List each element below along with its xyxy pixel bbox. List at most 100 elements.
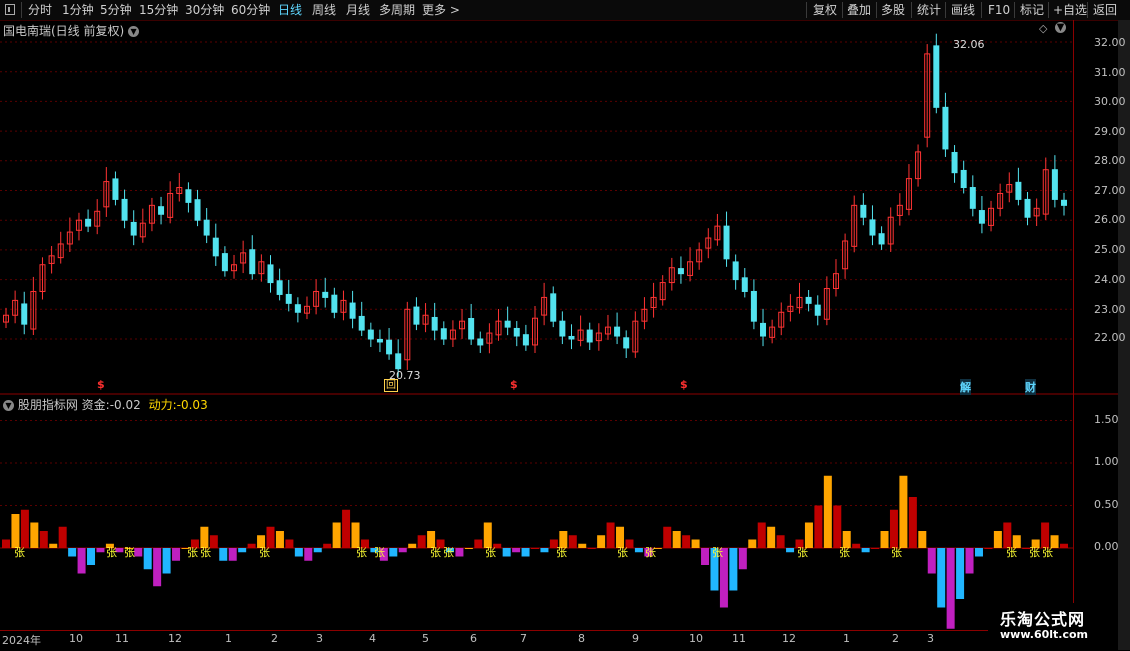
fund-bar xyxy=(58,526,67,548)
fund-bar xyxy=(701,548,710,565)
fund-bar xyxy=(767,526,776,548)
chevron-down-icon[interactable]: ▼ xyxy=(128,26,140,37)
statistics-button[interactable]: 统计 xyxy=(917,0,941,20)
candle-body xyxy=(988,207,995,226)
dividend-marker[interactable]: $ xyxy=(510,378,518,391)
callback-marker[interactable]: 回 xyxy=(384,379,398,392)
candle-body xyxy=(57,243,64,259)
period-tab-more[interactable]: 更多 > xyxy=(422,0,460,20)
fund-bar xyxy=(134,548,143,557)
candle-body xyxy=(532,317,538,346)
fund-value: -0.02 xyxy=(109,398,141,412)
candle-body xyxy=(732,261,739,281)
fund-bar xyxy=(786,548,795,553)
indicator-name: 股朋指标网 xyxy=(17,398,78,412)
toolbar-divider xyxy=(842,2,843,18)
fund-bar xyxy=(257,535,266,548)
kline-chart[interactable]: 张张张张张张张张张张张张张张张张张张张张张 xyxy=(0,0,1130,650)
fund-bar xyxy=(776,535,785,548)
fund-bar xyxy=(1041,522,1050,548)
fund-bar xyxy=(2,539,10,548)
toolbar-divider xyxy=(1048,2,1049,18)
overlay-button[interactable]: 叠加 xyxy=(847,0,871,20)
period-tab-5min[interactable]: 5分钟 xyxy=(100,0,132,20)
candle-body xyxy=(477,338,484,346)
fund-bar xyxy=(304,548,313,561)
price-tick: 25.00 xyxy=(1094,243,1126,256)
restore-rights-button[interactable]: 复权 xyxy=(813,0,837,20)
candle-body xyxy=(303,305,310,314)
chevron-down-icon[interactable]: ▼ xyxy=(3,400,14,411)
period-tab-weekly[interactable]: 周线 xyxy=(312,0,336,20)
fund-bar xyxy=(908,497,917,548)
fund-bar xyxy=(852,543,861,548)
fund-bar xyxy=(172,548,181,561)
candle-body xyxy=(604,326,611,335)
period-tab-30min[interactable]: 30分钟 xyxy=(185,0,224,20)
candle-body xyxy=(203,219,210,236)
candle-body xyxy=(386,339,393,355)
fund-bar xyxy=(351,522,360,548)
fund-bar xyxy=(190,539,199,548)
fund-bar xyxy=(568,535,577,548)
toolbar-divider xyxy=(945,2,946,18)
indicator-panel-title: ▼ 股朋指标网 资金:-0.02 动力:-0.03 xyxy=(3,396,208,413)
candle-body xyxy=(823,288,830,320)
mark-button[interactable]: 标记 xyxy=(1020,0,1044,20)
signal-marker: 张 xyxy=(443,546,454,559)
unlock-marker[interactable]: 解 xyxy=(960,379,971,395)
signal-marker: 张 xyxy=(14,546,25,559)
candle-body xyxy=(194,199,201,221)
dividend-marker[interactable]: $ xyxy=(97,378,105,391)
period-tab-1min[interactable]: 1分钟 xyxy=(62,0,94,20)
high-price-label: 32.06 xyxy=(953,38,985,51)
candle-body xyxy=(48,255,55,264)
toolbar-divider xyxy=(21,2,22,18)
period-tab-multi[interactable]: 多周期 xyxy=(379,0,415,20)
fund-bar xyxy=(672,531,681,548)
candle-body xyxy=(340,299,347,313)
settings-icon[interactable]: ▼ xyxy=(1055,22,1066,33)
fund-bar xyxy=(823,475,832,548)
fund-bar xyxy=(710,548,719,591)
candle-body xyxy=(221,253,228,272)
period-tab-monthly[interactable]: 月线 xyxy=(346,0,370,20)
period-tab-60min[interactable]: 60分钟 xyxy=(231,0,270,20)
fund-bar xyxy=(408,543,417,548)
period-tab-15min[interactable]: 15分钟 xyxy=(139,0,178,20)
fund-bar xyxy=(313,548,322,553)
add-watchlist-button[interactable]: +自选 xyxy=(1053,0,1087,20)
period-tab-timeshare[interactable]: 分时 xyxy=(28,0,52,20)
panel-toggle-icon[interactable] xyxy=(5,4,15,15)
back-button[interactable]: 返回 xyxy=(1093,0,1117,20)
diamond-icon[interactable]: ◇ xyxy=(1039,22,1047,35)
period-tab-daily[interactable]: 日线 xyxy=(278,0,302,20)
dividend-marker[interactable]: $ xyxy=(680,378,688,391)
candle-body xyxy=(851,204,858,247)
fund-bar xyxy=(105,543,114,548)
signal-marker: 张 xyxy=(1029,546,1040,559)
fund-bar xyxy=(96,548,105,553)
draw-line-button[interactable]: 画线 xyxy=(951,0,975,20)
f10-button[interactable]: F10 xyxy=(988,0,1010,20)
fund-bar xyxy=(521,548,530,557)
candle-body xyxy=(878,233,885,245)
candle-body xyxy=(231,264,238,272)
signal-marker: 张 xyxy=(124,546,135,559)
date-tick: 11 xyxy=(732,632,746,645)
candle-body xyxy=(668,267,675,284)
fund-bar xyxy=(228,548,237,561)
fund-bar xyxy=(115,548,124,553)
financial-marker[interactable]: 财 xyxy=(1025,379,1036,395)
candle-body xyxy=(887,216,894,245)
fund-bar xyxy=(389,548,398,557)
fund-bar xyxy=(1031,539,1040,548)
fund-bar xyxy=(625,539,634,548)
price-tick: 29.00 xyxy=(1094,125,1126,138)
candle-body xyxy=(12,299,19,316)
multi-stock-button[interactable]: 多股 xyxy=(881,0,905,20)
candle-body xyxy=(148,204,155,224)
fund-bar xyxy=(417,535,426,548)
candle-body xyxy=(331,294,338,313)
candle-body xyxy=(66,231,73,245)
